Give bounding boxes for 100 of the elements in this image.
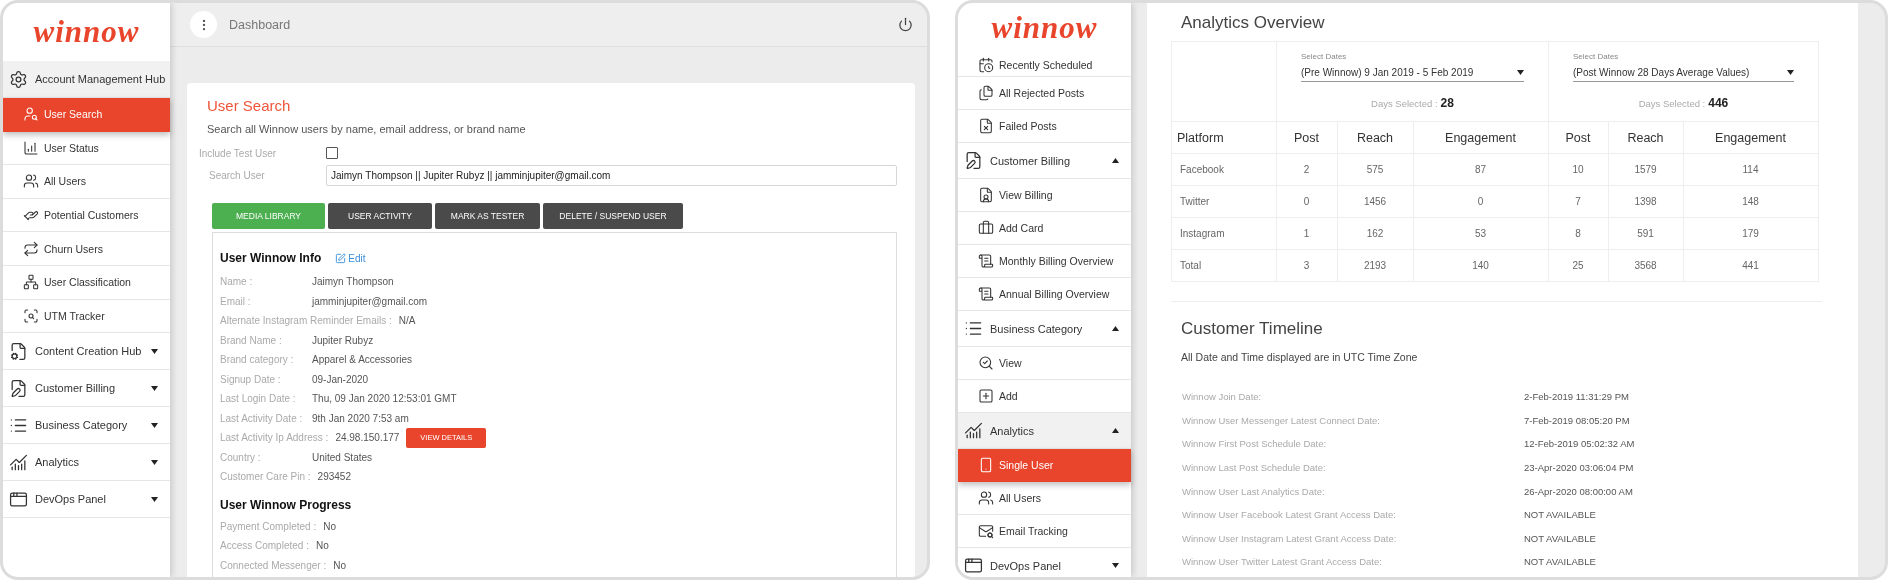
sidebar-item[interactable]: All Rejected Posts bbox=[958, 77, 1131, 110]
sidebar-item[interactable]: Recently Scheduled bbox=[958, 53, 1131, 77]
table-cell: 8 bbox=[1548, 217, 1609, 250]
field-label: Customer Care Pin : bbox=[220, 471, 311, 483]
table-cell: 575 bbox=[1337, 153, 1414, 186]
field-label: Payment Completed : bbox=[220, 520, 317, 532]
sidebar-item[interactable]: All Users bbox=[958, 482, 1131, 515]
field-value: 9th Jan 2020 7:53 am bbox=[312, 412, 409, 424]
edit-link[interactable]: Edit bbox=[335, 252, 366, 264]
sidebar-item[interactable]: Annual Billing Overview bbox=[958, 278, 1131, 311]
search-field[interactable]: Jaimyn Thompson || Jupiter Rubyz || jamminjupiter@gmail.com bbox=[326, 165, 897, 186]
logo: winnow bbox=[33, 14, 140, 50]
sidebar-group[interactable]: Business Category bbox=[3, 407, 170, 445]
table-cell: 162 bbox=[1337, 217, 1414, 250]
sidebar-item[interactable]: View bbox=[958, 347, 1131, 380]
sidebar-item[interactable]: Potential Customers bbox=[3, 198, 170, 233]
action-button[interactable]: USER ACTIVITY bbox=[328, 203, 432, 229]
sidebar-item[interactable]: Email Tracking bbox=[958, 515, 1131, 548]
date-select[interactable]: (Post Winnow 28 Days Average Values) bbox=[1573, 64, 1795, 82]
caret-icon bbox=[1112, 326, 1119, 331]
field-label: Email : bbox=[220, 295, 252, 307]
caret-icon bbox=[1517, 70, 1524, 75]
table-cell: 148 bbox=[1683, 185, 1819, 218]
sidebar-group[interactable]: Customer Billing bbox=[958, 143, 1131, 179]
field-label: Country : bbox=[220, 451, 262, 463]
sidebar-item[interactable]: Single User bbox=[958, 449, 1131, 482]
sidebar-item[interactable]: UTM Tracker bbox=[3, 299, 170, 334]
field-value: No bbox=[323, 520, 336, 532]
sidebar-item[interactable]: User Status bbox=[3, 131, 170, 166]
sidebar-group[interactable]: Business Category bbox=[958, 311, 1131, 347]
column-header: Engagement bbox=[1683, 121, 1819, 154]
table-cell: 0 bbox=[1276, 185, 1338, 218]
action-button[interactable]: DELETE / SUSPEND USER bbox=[543, 203, 683, 229]
table-cell: 1456 bbox=[1337, 185, 1414, 218]
field-label: Brand Name : bbox=[220, 334, 283, 346]
field-label: Winnow User Last Analytics Date: bbox=[1182, 485, 1326, 497]
field-value: N/A bbox=[398, 315, 416, 327]
column-header: Post bbox=[1548, 121, 1609, 154]
file-gear-icon bbox=[9, 341, 28, 361]
card-subtitle: Search all Winnow users by name, email address, or brand name bbox=[206, 122, 527, 135]
section-title: Customer Timeline bbox=[1180, 319, 1324, 339]
list-icon bbox=[964, 319, 983, 338]
sidebar-item[interactable]: Failed Posts bbox=[958, 110, 1131, 143]
table-cell: 114 bbox=[1683, 153, 1819, 186]
field-value: Apparel & Accessories bbox=[312, 354, 413, 366]
table-cell: 591 bbox=[1608, 217, 1684, 250]
calendar-icon bbox=[978, 56, 994, 73]
field-value: United States bbox=[312, 451, 373, 463]
table-cell: 441 bbox=[1683, 249, 1819, 282]
field-label: Winnow Join Date: bbox=[1182, 391, 1263, 403]
sidebar-item[interactable]: Churn Users bbox=[3, 232, 170, 266]
field-label: Winnow User Instagram Latest Grant Access Date: bbox=[1182, 532, 1398, 544]
section-title: Analytics Overview bbox=[1180, 13, 1326, 33]
field-label: Winnow Last Post Schedule Date: bbox=[1182, 462, 1327, 474]
sidebar-item[interactable]: Monthly Billing Overview bbox=[958, 245, 1131, 278]
table-cell: 53 bbox=[1413, 217, 1549, 250]
table-cell: 87 bbox=[1413, 153, 1549, 186]
page-title: Dashboard bbox=[229, 17, 292, 32]
sidebar-group[interactable]: Analytics bbox=[958, 413, 1131, 449]
sidebar-item[interactable]: All Users bbox=[3, 165, 170, 199]
days-label: Days Selected : bbox=[1638, 98, 1706, 109]
file-pen-icon bbox=[9, 378, 28, 398]
sidebar-item[interactable]: User Search bbox=[3, 98, 170, 132]
power-icon[interactable] bbox=[898, 17, 913, 32]
sidebar-group[interactable]: Analytics bbox=[3, 444, 170, 482]
file-user-icon bbox=[978, 187, 994, 203]
briefcase-icon bbox=[978, 220, 994, 236]
date-select[interactable]: (Pre Winnow) 9 Jan 2019 - 5 Feb 2019 bbox=[1301, 64, 1524, 82]
field-value: Thu, 09 Jan 2020 12:53:01 GMT bbox=[312, 393, 457, 405]
sidebar-group[interactable]: Content Creation Hub bbox=[3, 333, 170, 371]
sidebar-item[interactable]: Add bbox=[958, 380, 1131, 413]
checkbox[interactable] bbox=[326, 147, 338, 159]
sidebar-group[interactable]: Account Management Hub bbox=[3, 61, 170, 98]
caret-icon bbox=[1112, 563, 1119, 568]
table-cell: 179 bbox=[1683, 217, 1819, 250]
settings-icon bbox=[9, 69, 28, 89]
caret-icon bbox=[151, 422, 158, 428]
section-title: User Winnow Progress bbox=[220, 497, 352, 512]
sidebar-group[interactable]: DevOps Panel bbox=[3, 481, 170, 519]
select-label: Select Dates bbox=[1301, 52, 1348, 61]
sidebar-item[interactable]: User Classification bbox=[3, 265, 170, 300]
column-header: Reach bbox=[1608, 121, 1684, 154]
caret-icon bbox=[1112, 428, 1119, 433]
sidebar-item[interactable]: Add Card bbox=[958, 212, 1131, 245]
repeat-icon bbox=[23, 240, 39, 257]
sidebar-item[interactable]: View Billing bbox=[958, 179, 1131, 212]
action-button[interactable]: MARK AS TESTER bbox=[434, 203, 541, 229]
table-cell: 25 bbox=[1548, 249, 1609, 282]
field-value: 7-Feb-2019 08:05:20 PM bbox=[1524, 414, 1630, 426]
caret-icon bbox=[151, 348, 158, 354]
users-icon bbox=[978, 490, 994, 506]
user-search-icon bbox=[23, 106, 39, 123]
column-header: Post bbox=[1276, 121, 1338, 154]
timezone-note: All Date and Time displayed are in UTC Time Zone bbox=[1180, 351, 1419, 363]
sidebar-group[interactable]: DevOps Panel bbox=[958, 548, 1131, 577]
logo: winnow bbox=[991, 10, 1098, 46]
sidebar-group[interactable]: Customer Billing bbox=[3, 370, 170, 408]
field-label: Winnow User Twitter Latest Grant Access Date: bbox=[1182, 556, 1383, 568]
table-cell: 1398 bbox=[1608, 185, 1684, 218]
bar-chart-icon bbox=[23, 139, 39, 156]
